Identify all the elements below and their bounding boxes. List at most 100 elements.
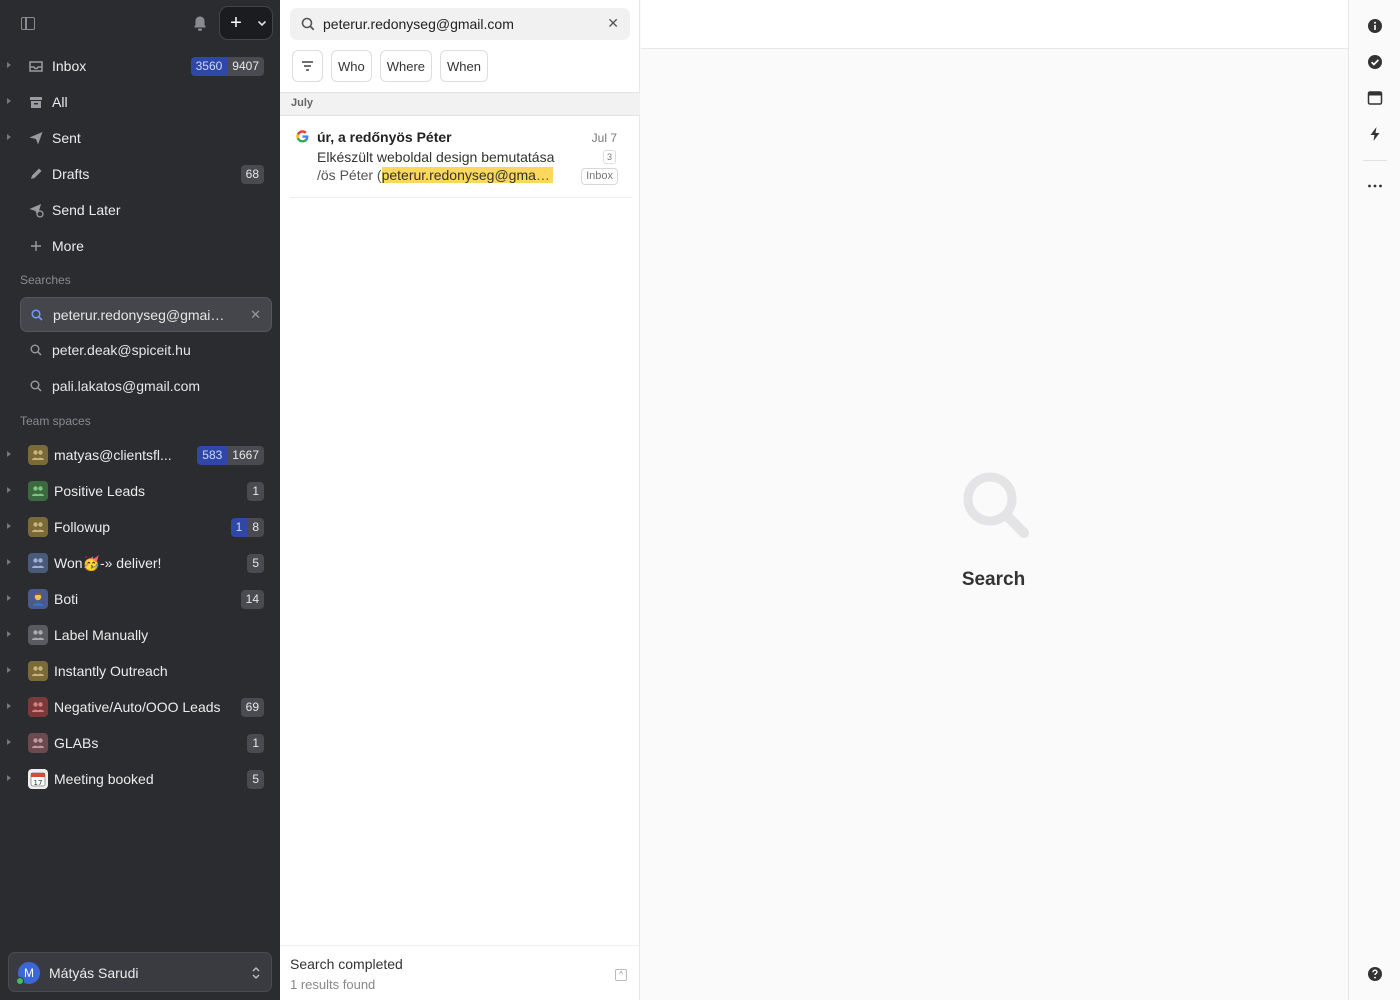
search-bar: ✕ xyxy=(290,8,630,40)
who-filter-button[interactable]: Who xyxy=(331,50,372,82)
team-space-item[interactable]: 17 Meeting booked 5 xyxy=(0,761,280,797)
search-input[interactable] xyxy=(323,8,593,40)
thread-count-badge: 3 xyxy=(602,150,616,164)
team-badges: 1 xyxy=(247,482,264,501)
reading-pane-toolbar xyxy=(641,0,1348,49)
team-people-icon xyxy=(28,625,48,645)
saved-search-active[interactable]: peterur.redonyseg@gmail.com ✕ xyxy=(20,297,272,332)
sidebar-item-all[interactable]: All xyxy=(0,84,280,120)
message-row[interactable]: úr, a redőnyös Péter Jul 7 Elkészült web… xyxy=(290,120,632,198)
calendar-window-icon[interactable] xyxy=(1367,90,1383,106)
team-people-icon xyxy=(28,517,48,537)
team-space-label: Negative/Auto/OOO Leads xyxy=(54,699,221,715)
close-icon[interactable]: ✕ xyxy=(250,307,261,323)
plus-icon: + xyxy=(230,12,242,34)
expand-caret-icon[interactable] xyxy=(7,134,11,140)
sidebar-item-more[interactable]: More xyxy=(0,228,280,264)
expand-caret-icon[interactable] xyxy=(7,451,11,457)
account-switcher[interactable]: M Mátyás Sarudi xyxy=(8,952,272,992)
expand-caret-icon[interactable] xyxy=(7,595,11,601)
team-badges: 1 xyxy=(247,734,264,753)
lightning-icon[interactable] xyxy=(1367,126,1383,142)
total-count-badge: 8 xyxy=(247,518,264,537)
sidebar-item-drafts[interactable]: Drafts 68 xyxy=(0,156,280,192)
rail-divider xyxy=(1363,160,1387,161)
team-space-item[interactable]: Positive Leads 1 xyxy=(0,473,280,509)
more-options-icon[interactable] xyxy=(1367,178,1383,194)
team-space-label: Followup xyxy=(54,519,111,535)
info-icon[interactable] xyxy=(1367,18,1383,34)
team-badges: 5 xyxy=(247,770,264,789)
unread-count-badge: 583 xyxy=(197,446,228,465)
team-space-label: matyas@clientsfl... xyxy=(54,447,172,463)
saved-search[interactable]: peter.deak@spiceit.hu xyxy=(20,333,272,368)
count-badge: 1 xyxy=(247,482,264,501)
team-people-icon xyxy=(28,733,48,753)
month-label: July xyxy=(291,97,314,109)
saved-search[interactable]: pali.lakatos@gmail.com xyxy=(20,369,272,404)
where-filter-button[interactable]: Where xyxy=(379,50,433,82)
team-space-item[interactable]: GLABs 1 xyxy=(0,725,280,761)
expand-caret-icon[interactable] xyxy=(7,739,11,745)
team-badges: 1 8 xyxy=(230,518,264,537)
expand-caret-icon[interactable] xyxy=(7,62,11,68)
team-space-item[interactable]: Instantly Outreach xyxy=(0,653,280,689)
team-badges: 583 1667 xyxy=(197,446,264,465)
team-space-item[interactable]: Won🥳-» deliver! 5 xyxy=(0,545,280,581)
team-people-icon xyxy=(28,661,48,681)
sidebar: + Inbox 3560 9407 All Sent Drafts 68 Sen… xyxy=(0,0,280,1000)
team-people-icon xyxy=(28,553,48,573)
team-space-item[interactable]: Followup 1 8 xyxy=(0,509,280,545)
inbox-icon xyxy=(29,61,43,72)
unread-count-badge: 1 xyxy=(230,518,248,537)
expand-caret-icon[interactable] xyxy=(7,703,11,709)
search-results-panel: ✕ Who Where When July úr, a redőnyös Pét… xyxy=(280,0,640,1000)
collapse-icon[interactable]: ^ xyxy=(615,969,627,981)
team-space-label: Instantly Outreach xyxy=(54,663,168,679)
team-space-item[interactable]: Label Manually xyxy=(0,617,280,653)
when-filter-button[interactable]: When xyxy=(440,50,488,82)
search-match-highlight: peterur.redonyseg@gmail.com xyxy=(381,167,553,183)
team-space-item[interactable]: Negative/Auto/OOO Leads 69 xyxy=(0,689,280,725)
team-space-item[interactable]: Boti 14 xyxy=(0,581,280,617)
message-snippet: /ös Péter (peterur.redonyseg@gmail.com xyxy=(317,167,553,183)
clear-search-icon[interactable]: ✕ xyxy=(607,15,619,32)
sidebar-item-inbox[interactable]: Inbox 3560 9407 xyxy=(0,48,280,84)
expand-caret-icon[interactable] xyxy=(7,98,11,104)
search-filters: Who Where When xyxy=(292,50,488,82)
total-count-badge: 9407 xyxy=(227,57,264,76)
count-badge: 5 xyxy=(247,554,264,573)
team-space-item[interactable]: matyas@clientsfl... 583 1667 xyxy=(0,437,280,473)
user-name: Mátyás Sarudi xyxy=(49,965,139,981)
message-sender: úr, a redőnyös Péter xyxy=(317,129,452,145)
search-icon xyxy=(963,472,1029,538)
bell-icon[interactable] xyxy=(192,15,208,33)
search-status-bar: Search completed 1 results found ^ xyxy=(280,945,640,1000)
total-count-badge: 1667 xyxy=(227,446,264,465)
right-rail xyxy=(1348,0,1400,1000)
chevron-down-icon[interactable] xyxy=(252,20,272,27)
team-badges: 5 xyxy=(247,554,264,573)
team-badges: 69 xyxy=(240,698,264,717)
team-space-label: Meeting booked xyxy=(54,771,154,787)
saved-search-label: peterur.redonyseg@gmail.com xyxy=(53,307,225,323)
sidebar-toggle-icon[interactable] xyxy=(21,17,35,30)
expand-caret-icon[interactable] xyxy=(7,487,11,493)
unread-count-badge: 3560 xyxy=(190,57,228,76)
expand-caret-icon[interactable] xyxy=(7,523,11,529)
count-badge: 69 xyxy=(240,698,264,717)
plus-icon xyxy=(31,241,41,251)
expand-caret-icon[interactable] xyxy=(7,631,11,637)
expand-caret-icon[interactable] xyxy=(7,775,11,781)
filter-options-button[interactable] xyxy=(292,50,323,82)
help-icon[interactable] xyxy=(1367,966,1383,982)
compose-button[interactable]: + xyxy=(219,6,273,40)
expand-caret-icon[interactable] xyxy=(7,667,11,673)
checkmark-icon[interactable] xyxy=(1367,54,1383,70)
sidebar-item-label: Inbox xyxy=(52,58,87,74)
expand-caret-icon[interactable] xyxy=(7,559,11,565)
sidebar-item-label: Send Later xyxy=(52,202,121,218)
sidebar-item-send-later[interactable]: Send Later xyxy=(0,192,280,228)
sidebar-item-sent[interactable]: Sent xyxy=(0,120,280,156)
saved-search-label: pali.lakatos@gmail.com xyxy=(52,378,201,394)
